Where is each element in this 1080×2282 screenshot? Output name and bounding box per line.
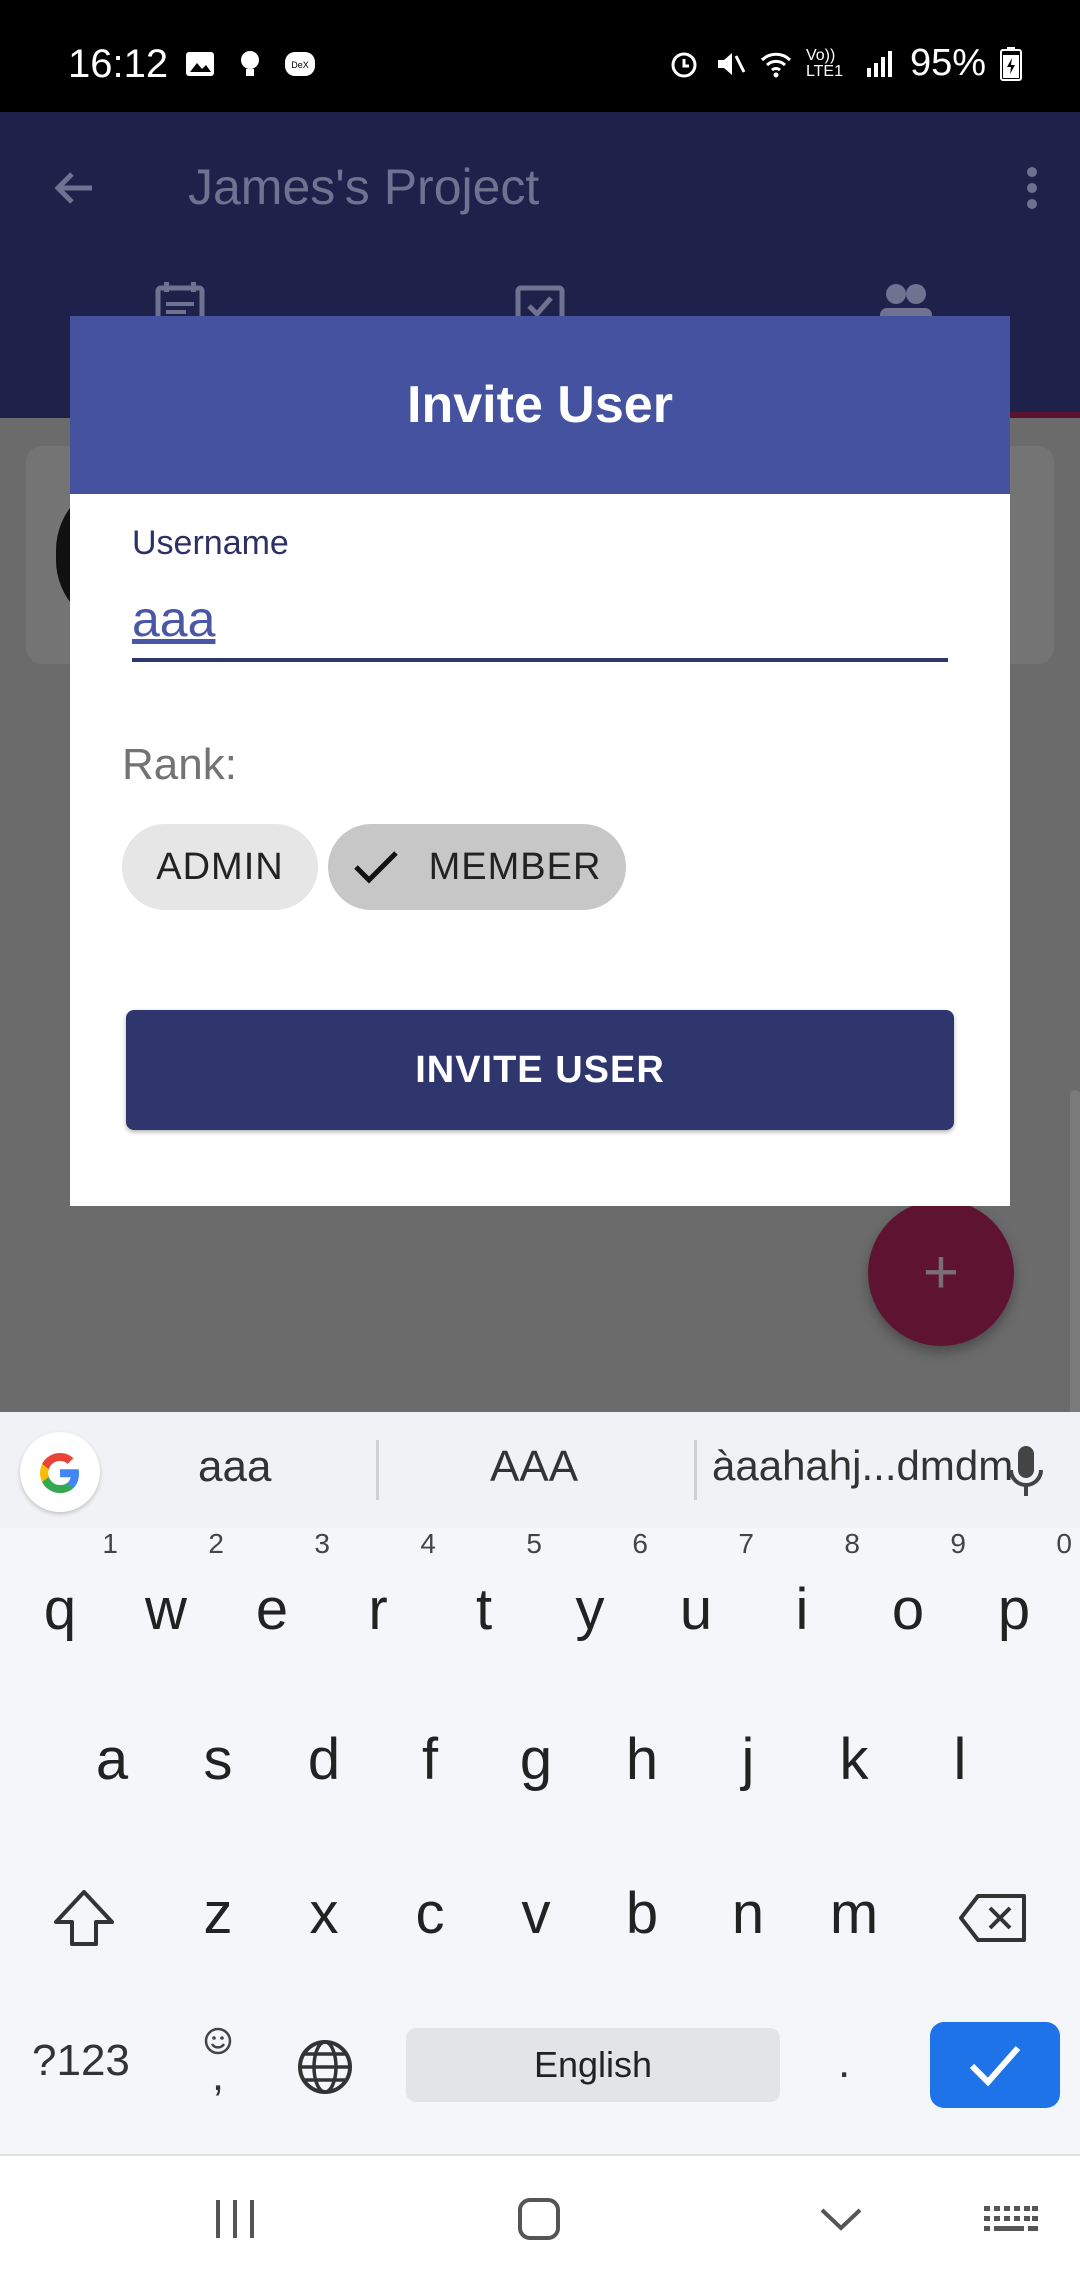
admin-chip-label: ADMIN <box>156 845 284 888</box>
check-icon <box>969 2046 1021 2087</box>
key-x[interactable]: x <box>274 1880 374 1947</box>
key-s[interactable]: s <box>168 1726 268 1793</box>
status-right: Vo)) LTE1 95% <box>668 42 1022 85</box>
signal-icon <box>866 50 892 77</box>
suggestion-bar: aaa AAA àaahahj...dmdm <box>0 1412 1080 1528</box>
globe-icon[interactable] <box>296 2038 354 2096</box>
key-m[interactable]: m <box>804 1880 904 1947</box>
key-i[interactable]: 8i <box>752 1528 860 1668</box>
plus-icon: + <box>922 1238 960 1307</box>
network-label: Vo)) LTE1 <box>805 46 843 80</box>
username-input[interactable] <box>132 580 948 662</box>
invite-user-button-label: INVITE USER <box>415 1048 665 1091</box>
key-b[interactable]: b <box>592 1880 692 1947</box>
divider <box>376 1440 379 1500</box>
member-chip-label: MEMBER <box>428 845 602 888</box>
key-z[interactable]: z <box>168 1880 268 1947</box>
shift-icon[interactable] <box>52 1888 116 1948</box>
key-c[interactable]: c <box>380 1880 480 1947</box>
more-vertical-icon[interactable] <box>1008 160 1056 216</box>
chevron-down-icon[interactable] <box>818 2204 864 2234</box>
image-icon <box>186 52 214 76</box>
invite-user-button[interactable]: INVITE USER <box>126 1010 954 1130</box>
divider <box>694 1440 697 1500</box>
key-e[interactable]: 3e <box>222 1528 330 1668</box>
check-icon <box>353 851 398 884</box>
key-h[interactable]: h <box>592 1726 692 1793</box>
key-q[interactable]: 1q <box>10 1528 118 1668</box>
invite-user-dialog: Invite User Username Rank: ADMIN MEMBER … <box>70 316 1010 1206</box>
notification-icons: DeX <box>184 48 316 80</box>
svg-text:DeX: DeX <box>291 60 309 70</box>
navigation-bar <box>0 2154 1080 2282</box>
key-t[interactable]: 5t <box>434 1528 542 1668</box>
add-fab-button[interactable]: + <box>868 1200 1014 1346</box>
dialog-title: Invite User <box>70 316 1010 494</box>
key-y[interactable]: 6y <box>540 1528 649 1668</box>
key-w[interactable]: 2w <box>116 1528 224 1668</box>
comma-label: , <box>211 2051 225 2100</box>
google-button[interactable] <box>20 1432 100 1512</box>
key-j[interactable]: j <box>698 1726 798 1793</box>
status-bar: 16:12 DeX Vo)) LTE1 95% <box>0 0 1080 112</box>
space-key[interactable]: English <box>406 2028 780 2102</box>
period-key[interactable]: . <box>838 2038 850 2088</box>
enter-key[interactable] <box>930 2022 1060 2108</box>
dex-icon: DeX <box>285 52 315 76</box>
backspace-icon[interactable] <box>958 1892 1028 1944</box>
recent-apps-icon[interactable] <box>212 2198 258 2240</box>
page-title: James's Project <box>188 159 540 215</box>
google-icon <box>40 1453 79 1493</box>
wifi-icon <box>760 52 791 77</box>
username-label: Username <box>132 524 289 562</box>
microphone-icon[interactable] <box>1006 1444 1046 1500</box>
key-v[interactable]: v <box>486 1880 586 1947</box>
home-icon[interactable] <box>516 2196 562 2242</box>
key-d[interactable]: d <box>274 1726 374 1793</box>
key-u[interactable]: 7u <box>646 1528 754 1668</box>
key-f[interactable]: f <box>380 1726 480 1793</box>
key-o[interactable]: 9o <box>858 1528 966 1668</box>
alarm-icon <box>671 52 697 77</box>
mute-icon <box>717 52 746 75</box>
arrow-left-icon[interactable] <box>46 160 102 216</box>
key-n[interactable]: n <box>698 1880 798 1947</box>
key-r[interactable]: 4r <box>328 1528 436 1668</box>
battery-charging-icon <box>1000 46 1022 81</box>
status-time: 16:12 <box>68 42 169 86</box>
member-chip[interactable]: MEMBER <box>328 824 626 910</box>
key-a[interactable]: a <box>62 1726 162 1793</box>
comma-key[interactable]: , <box>196 2026 240 2100</box>
symbols-key[interactable]: ?123 <box>32 2036 130 2086</box>
suggestion-1[interactable]: aaa <box>198 1442 271 1492</box>
lightbulb-icon <box>241 51 259 76</box>
admin-chip[interactable]: ADMIN <box>122 824 318 910</box>
suggestion-3[interactable]: àaahahj...dmdm <box>712 1442 1013 1490</box>
key-p[interactable]: 0p <box>964 1528 1072 1668</box>
battery-percent: 95% <box>909 42 986 84</box>
keyboard-icon[interactable] <box>982 2204 1038 2236</box>
key-g[interactable]: g <box>486 1726 586 1793</box>
key-l[interactable]: l <box>910 1726 1010 1793</box>
key-k[interactable]: k <box>804 1726 904 1793</box>
rank-label: Rank: <box>122 740 237 789</box>
suggestion-2[interactable]: AAA <box>490 1442 578 1492</box>
